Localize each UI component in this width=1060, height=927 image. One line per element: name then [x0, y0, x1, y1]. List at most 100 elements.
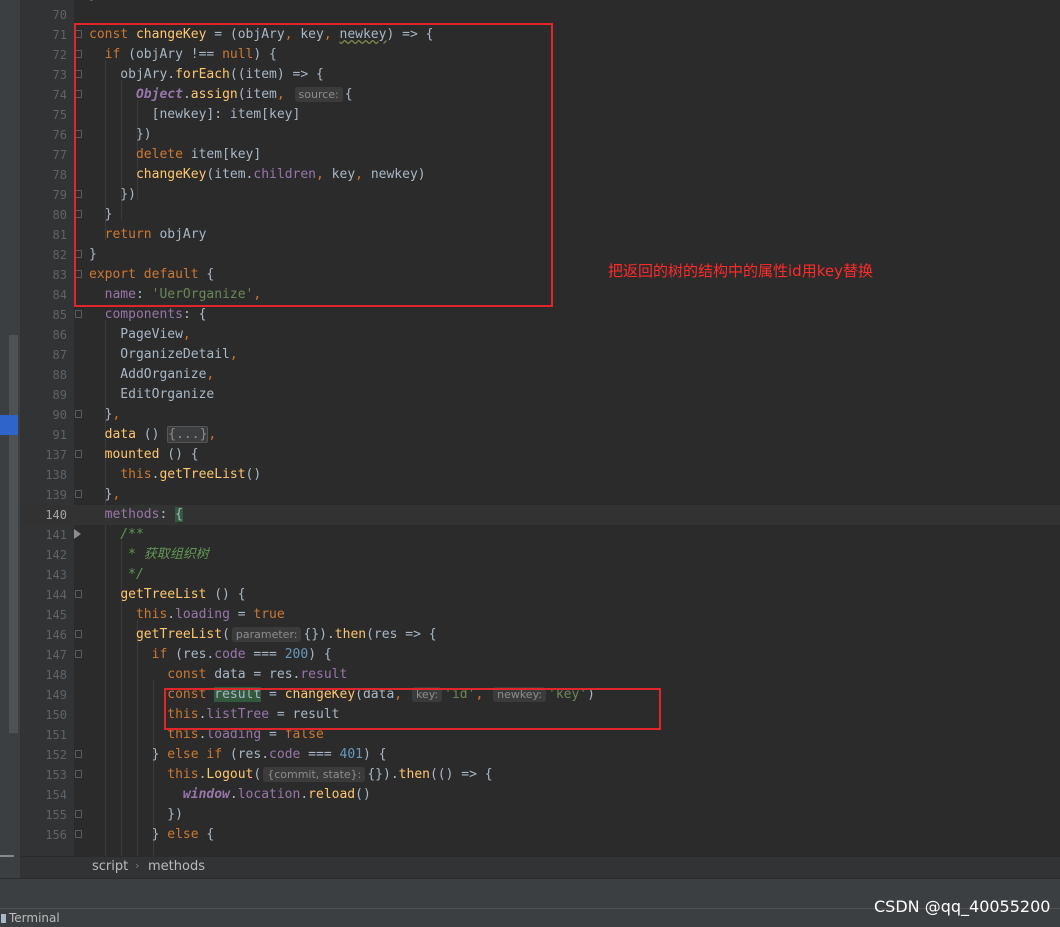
line-number: 77 — [52, 148, 67, 162]
code-line[interactable]: 88 AddOrganize, — [21, 365, 1060, 385]
breadcrumb-item-methods[interactable]: methods — [148, 859, 205, 874]
fold-marker-icon[interactable] — [75, 490, 82, 498]
fold-marker-icon[interactable] — [75, 830, 82, 838]
fold-marker-icon[interactable] — [75, 210, 82, 218]
line-number: 141 — [45, 528, 67, 542]
code-line[interactable]: 80 } — [21, 205, 1060, 225]
line-number: 87 — [52, 348, 67, 362]
code-line[interactable]: 84 name: 'UerOrganize', — [21, 285, 1060, 305]
code-line[interactable]: 150 this.listTree = result — [21, 705, 1060, 725]
code-line[interactable]: 147 if (res.code === 200) { — [21, 645, 1060, 665]
code-token: mounted — [104, 447, 160, 462]
code-line[interactable]: 145 this.loading = true — [21, 605, 1060, 625]
code-token: (res => { — [366, 627, 437, 642]
code-line[interactable]: 143 */ — [21, 565, 1060, 585]
code-line[interactable]: 137 mounted () { — [21, 445, 1060, 465]
code-editor[interactable]: 69}7071const changeKey = (objAry, key, n… — [21, 0, 1060, 856]
code-line[interactable]: 85 components: { — [21, 305, 1060, 325]
line-number: 89 — [52, 388, 67, 402]
fold-marker-icon[interactable] — [75, 270, 82, 278]
code-line[interactable]: 79 }) — [21, 185, 1060, 205]
breadcrumb-item-script[interactable]: script — [92, 859, 128, 874]
code-line[interactable]: 70 — [21, 5, 1060, 25]
fold-marker-icon[interactable] — [75, 250, 82, 258]
line-code: EditOrganize — [89, 385, 214, 405]
code-line[interactable]: 152 } else if (res.code === 401) { — [21, 745, 1060, 765]
code-line[interactable]: 151 this.loading = false — [21, 725, 1060, 745]
code-line[interactable]: 91 data () {...}, — [21, 425, 1060, 445]
code-line[interactable]: 142 * 获取组织树 — [21, 545, 1060, 565]
code-line[interactable]: 86 PageView, — [21, 325, 1060, 345]
code-line[interactable]: 71 const changeKey = (objAry, key, newkey… — [21, 25, 1060, 45]
code-line[interactable]: 144 getTreeList () { — [21, 585, 1060, 605]
code-token: ( — [222, 627, 230, 642]
fold-marker-icon[interactable] — [75, 650, 82, 658]
code-line[interactable]: 72 if (objAry !== null) { — [21, 45, 1060, 65]
code-line[interactable]: 146 getTreeList(parameter: {}).then(res =… — [21, 625, 1060, 645]
code-line[interactable]: 78 changeKey(item.children, key, newkey) — [21, 165, 1060, 185]
code-token: }) — [89, 127, 152, 142]
fold-marker-icon[interactable] — [75, 310, 82, 318]
fold-marker-icon[interactable] — [75, 70, 82, 78]
fold-marker-icon[interactable] — [75, 90, 82, 98]
code-token: PageView — [89, 327, 183, 342]
line-number: 80 — [52, 208, 67, 222]
code-line[interactable]: 156 } else { — [21, 825, 1060, 845]
code-line[interactable]: 139 }, — [21, 485, 1060, 505]
code-token: else — [167, 827, 207, 842]
line-code: return objAry — [89, 225, 207, 245]
line-code: this.loading = true — [89, 605, 285, 625]
code-token: = — [229, 607, 254, 622]
line-code: }) — [89, 185, 136, 205]
parameter-hint: {commit, state}: — [263, 767, 366, 782]
fold-marker-icon[interactable] — [75, 590, 82, 598]
fold-marker-icon[interactable] — [75, 450, 82, 458]
code-line[interactable]: 148 const data = res.result — [21, 665, 1060, 685]
fold-marker-icon[interactable] — [75, 750, 82, 758]
code-line[interactable]: 77 delete item[key] — [21, 145, 1060, 165]
code-line[interactable]: 140 methods: { — [21, 505, 1060, 525]
code-token: loading — [206, 727, 262, 742]
code-token: components — [104, 307, 183, 322]
code-line[interactable]: 81 return objAry — [21, 225, 1060, 245]
code-line[interactable]: 73 objAry.forEach((item) => { — [21, 65, 1060, 85]
code-line[interactable]: 153 this.Logout({commit, state}: {}).then… — [21, 765, 1060, 785]
fold-marker-icon[interactable] — [75, 810, 82, 818]
fold-marker-icon[interactable] — [75, 30, 82, 38]
project-scrollbar[interactable] — [9, 335, 18, 733]
terminal-tab[interactable]: Terminal — [9, 911, 60, 925]
code-line[interactable]: 83 export default { — [21, 265, 1060, 285]
line-number: 146 — [45, 628, 67, 642]
fold-marker-icon[interactable] — [75, 130, 82, 138]
code-token: (item — [237, 87, 277, 102]
code-token: { — [344, 87, 353, 102]
code-token: ((item) => { — [229, 67, 324, 82]
code-line[interactable]: 149 const result = changeKey(data, key: '… — [21, 685, 1060, 705]
code-line[interactable]: 75 [newkey]: item[key] — [21, 105, 1060, 125]
watermark: CSDN @qq_40055200 — [874, 897, 1051, 916]
code-line[interactable]: 141 /** — [21, 525, 1060, 545]
code-line[interactable]: 87 OrganizeDetail, — [21, 345, 1060, 365]
fold-marker-icon[interactable] — [75, 190, 82, 198]
code-line[interactable]: 74 Object.assign(item, source:{ — [21, 85, 1060, 105]
code-line[interactable]: 155 }) — [21, 805, 1060, 825]
code-line[interactable]: 82} — [21, 245, 1060, 265]
fold-marker-icon[interactable] — [75, 630, 82, 638]
code-line[interactable]: 154 window.location.reload() — [21, 785, 1060, 805]
fold-marker-icon[interactable] — [75, 50, 82, 58]
code-line[interactable]: 76 }) — [21, 125, 1060, 145]
line-code: this.listTree = result — [89, 705, 339, 725]
fold-arrow-icon[interactable] — [74, 529, 81, 539]
fold-marker-icon[interactable] — [75, 410, 82, 418]
fold-marker-icon[interactable] — [75, 770, 82, 778]
line-code: const result = changeKey(data, key:'id',… — [89, 685, 595, 705]
code-line[interactable]: 138 this.getTreeList() — [21, 465, 1060, 485]
line-code: /** — [89, 525, 144, 545]
code-token: code — [269, 747, 301, 762]
code-line[interactable]: 90 }, — [21, 405, 1060, 425]
code-line[interactable]: 89 EditOrganize — [21, 385, 1060, 405]
